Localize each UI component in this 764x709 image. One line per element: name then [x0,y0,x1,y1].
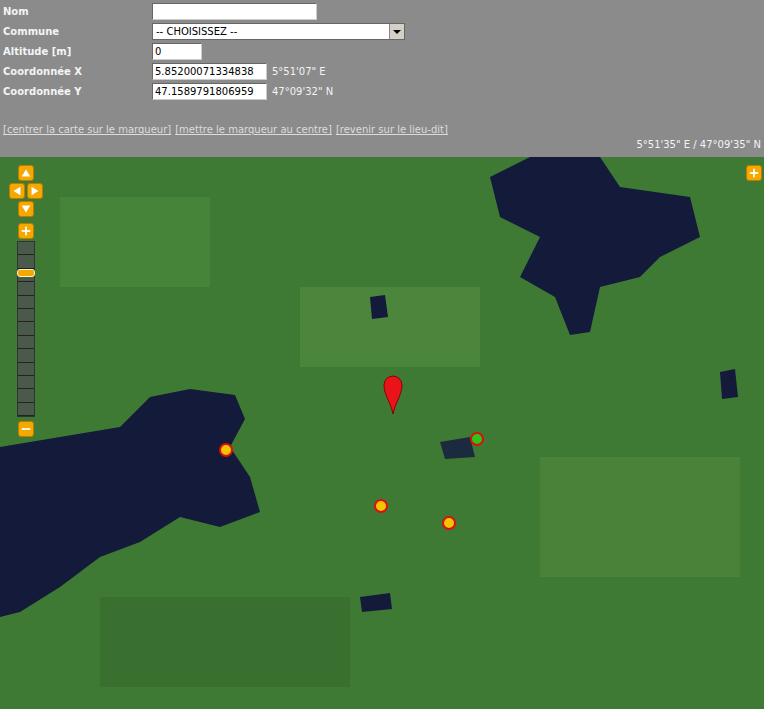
text-field[interactable] [152,43,202,60]
field-label: Altitude [m] [0,43,152,60]
text-field[interactable] [152,83,267,100]
form-row: Altitude [m] [0,43,764,63]
zoom-tick [18,376,34,389]
text-field[interactable] [152,63,267,80]
pan-up-button[interactable] [18,165,34,181]
zoom-out-button[interactable] [18,421,34,437]
zoom-tick [18,363,34,376]
zoom-tick [18,403,34,416]
map-link[interactable]: [revenir sur le lieu-dit] [336,124,448,135]
map-link[interactable]: [mettre le marqueur au centre] [175,124,332,135]
plus-icon [20,225,32,237]
place-dot[interactable] [442,516,456,530]
dropdown-arrow-icon[interactable] [389,24,404,39]
zoom-tick [18,282,34,295]
text-field[interactable] [152,3,317,20]
minus-icon [20,423,32,435]
zoom-in-button[interactable] [18,223,34,239]
field-label: Coordonnée Y [0,83,152,100]
commune-select[interactable]: -- CHOISISSEZ -- [152,23,405,40]
dms-value: 47°09'32" N [267,83,333,100]
arrow-left-icon [11,185,23,197]
zoom-tick [18,336,34,349]
arrow-up-icon [20,167,32,179]
zoom-tick [18,349,34,362]
pan-pad [8,165,44,219]
zoom-tick [18,389,34,402]
pan-left-button[interactable] [9,183,25,199]
zoom-tick [18,296,34,309]
select-value: -- CHOISISSEZ -- [153,26,389,37]
field-label: Coordonnée X [0,63,152,80]
link-row: [centrer la carte sur le marqueur] [mettr… [0,124,764,135]
pan-down-button[interactable] [18,201,34,217]
cursor-position: 5°51'35" E / 47°09'35" N [0,139,764,150]
form-row: Coordonnée X 5°51'07" E [0,63,764,83]
page: Nom Commune -- CHOISISSEZ -- Altitude [m… [0,0,764,709]
marker-pin-icon[interactable] [383,375,403,415]
zoom-slider[interactable] [17,241,35,417]
map-link[interactable]: [centrer la carte sur le marqueur] [3,124,171,135]
zoom-tick [18,255,34,268]
place-dot[interactable] [374,499,388,513]
layer-switcher-button[interactable] [746,165,762,181]
field-label: Commune [0,23,152,40]
plus-icon [748,167,760,179]
zoom-handle[interactable] [17,269,35,277]
map[interactable] [0,157,764,709]
form-row: Nom [0,3,764,23]
arrow-right-icon [29,185,41,197]
zoom-tick [18,242,34,255]
satellite-image [0,157,764,709]
dms-value: 5°51'07" E [267,63,326,80]
zoom-tick [18,309,34,322]
pan-right-button[interactable] [27,183,43,199]
form-row: Commune -- CHOISISSEZ -- [0,23,764,43]
place-dot[interactable] [470,432,484,446]
place-dot[interactable] [219,443,233,457]
map-navigation [8,165,44,437]
arrow-down-icon [20,203,32,215]
field-label: Nom [0,3,152,20]
form-row: Coordonnée Y 47°09'32" N [0,83,764,103]
form-panel: Nom Commune -- CHOISISSEZ -- Altitude [m… [0,0,764,157]
zoom-tick [18,322,34,335]
